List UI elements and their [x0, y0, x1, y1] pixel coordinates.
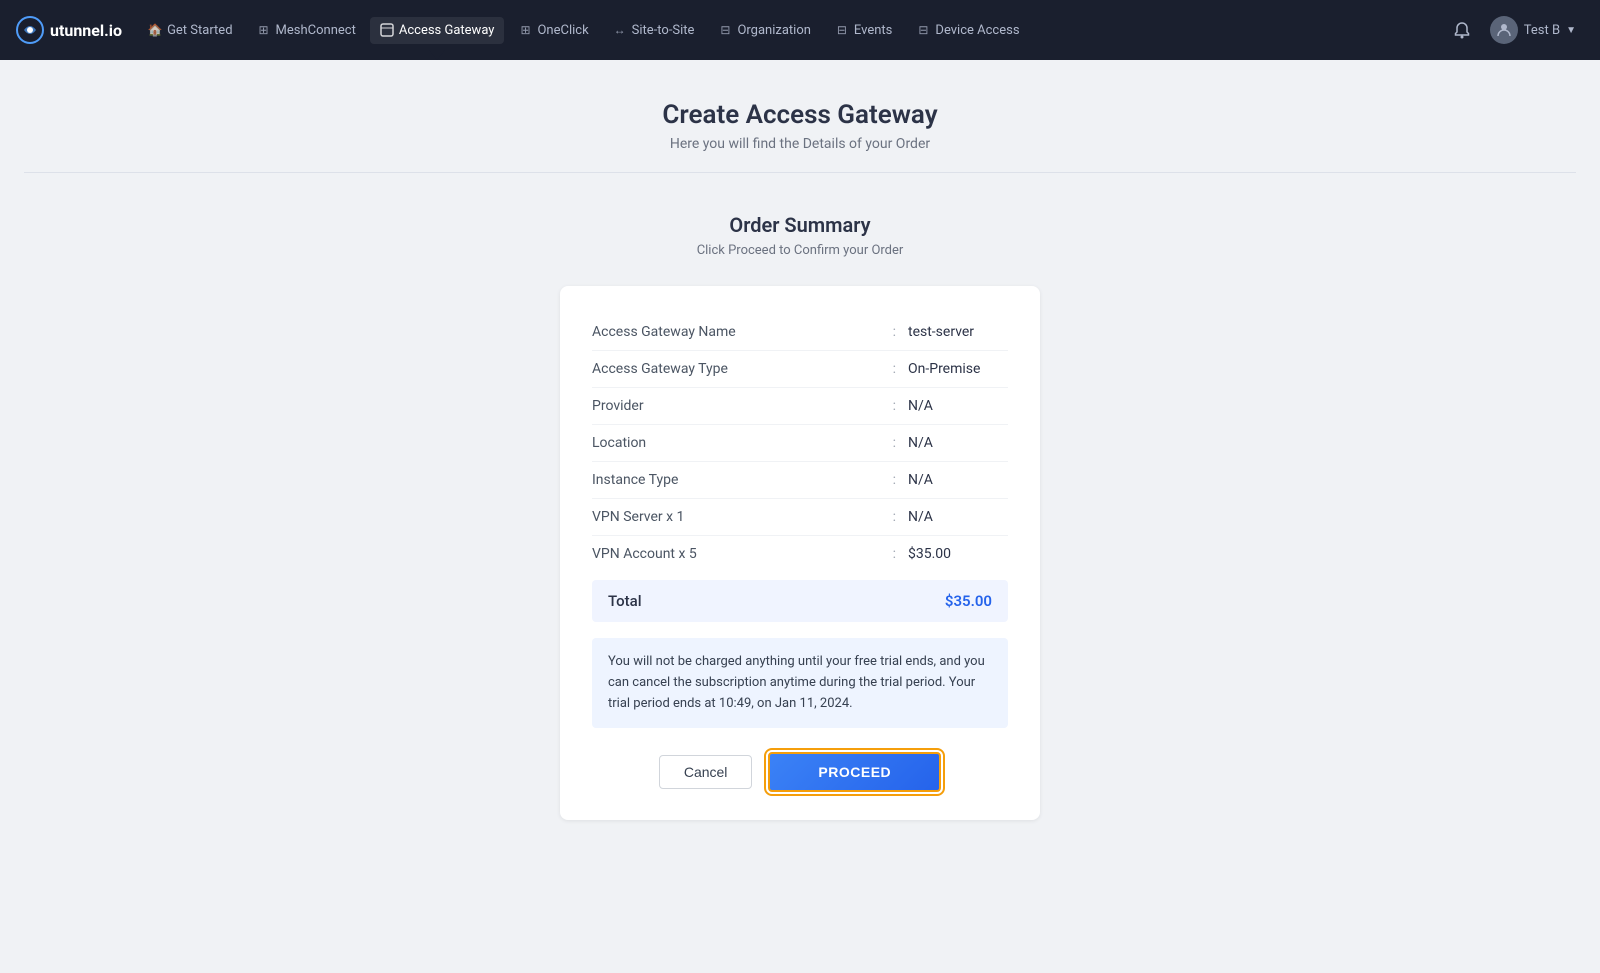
- page-title: Create Access Gateway: [24, 100, 1576, 130]
- order-row-label: VPN Account x 5: [592, 546, 881, 562]
- trial-notice: You will not be charged anything until y…: [592, 638, 1008, 728]
- nav-device-access-label: Device Access: [935, 23, 1019, 38]
- cancel-button[interactable]: Cancel: [659, 755, 753, 789]
- nav-organization[interactable]: ⊟ Organization: [708, 17, 820, 44]
- events-icon: ⊟: [835, 23, 849, 37]
- order-row: Location : N/A: [592, 425, 1008, 462]
- order-row-value: N/A: [908, 472, 1008, 488]
- page-header: Create Access Gateway Here you will find…: [24, 60, 1576, 173]
- order-row-colon: :: [881, 398, 908, 414]
- user-name: Test B: [1524, 23, 1560, 38]
- nav-access-gateway-label: Access Gateway: [399, 23, 495, 38]
- total-label: Total: [608, 592, 642, 610]
- nav-oneclick-label: OneClick: [537, 23, 588, 38]
- notification-bell[interactable]: [1446, 14, 1478, 46]
- order-rows: Access Gateway Name : test-server Access…: [592, 314, 1008, 572]
- device-icon: ⊟: [916, 23, 930, 37]
- order-row-colon: :: [881, 324, 908, 340]
- order-row: VPN Server x 1 : N/A: [592, 499, 1008, 536]
- site-icon: ↔: [613, 23, 627, 37]
- oneclick-icon: ⊞: [518, 23, 532, 37]
- mesh-icon: ⊞: [257, 23, 271, 37]
- order-row: Access Gateway Name : test-server: [592, 314, 1008, 351]
- order-row-label: Access Gateway Type: [592, 361, 881, 377]
- order-row-value: test-server: [908, 324, 1008, 340]
- user-menu[interactable]: Test B ▼: [1482, 12, 1584, 48]
- order-row-colon: :: [881, 361, 908, 377]
- nav-organization-label: Organization: [737, 23, 810, 38]
- order-title: Order Summary: [729, 213, 870, 237]
- action-buttons: Cancel PROCEED: [592, 752, 1008, 792]
- nav-events-label: Events: [854, 23, 892, 38]
- nav-device-access[interactable]: ⊟ Device Access: [906, 17, 1029, 44]
- nav-meshconnect[interactable]: ⊞ MeshConnect: [247, 17, 366, 44]
- logo[interactable]: utunnel.io: [16, 16, 122, 44]
- order-row-colon: :: [881, 472, 908, 488]
- order-row: Instance Type : N/A: [592, 462, 1008, 499]
- nav-oneclick[interactable]: ⊞ OneClick: [508, 17, 598, 44]
- gateway-icon: [380, 23, 394, 37]
- order-row-colon: :: [881, 509, 908, 525]
- org-icon: ⊟: [718, 23, 732, 37]
- nav-access-gateway[interactable]: Access Gateway: [370, 17, 505, 44]
- order-row-label: Instance Type: [592, 472, 881, 488]
- order-row-value: $35.00: [908, 546, 1008, 562]
- page-subtitle: Here you will find the Details of your O…: [24, 136, 1576, 152]
- order-row-label: VPN Server x 1: [592, 509, 881, 525]
- total-value: $35.00: [945, 592, 992, 610]
- order-row-value: N/A: [908, 398, 1008, 414]
- order-row-value: On-Premise: [908, 361, 1008, 377]
- nav-get-started[interactable]: 🏠 Get Started: [138, 17, 242, 44]
- order-row-label: Location: [592, 435, 881, 451]
- nav-site-to-site[interactable]: ↔ Site-to-Site: [603, 17, 705, 44]
- order-row-value: N/A: [908, 435, 1008, 451]
- order-row-label: Provider: [592, 398, 881, 414]
- order-section: Order Summary Click Proceed to Confirm y…: [24, 173, 1576, 860]
- nav-get-started-label: Get Started: [167, 23, 232, 38]
- proceed-button[interactable]: PROCEED: [768, 752, 941, 792]
- page-wrapper: Create Access Gateway Here you will find…: [0, 60, 1600, 860]
- nav-meshconnect-label: MeshConnect: [276, 23, 356, 38]
- order-card: Access Gateway Name : test-server Access…: [560, 286, 1040, 820]
- order-row: Provider : N/A: [592, 388, 1008, 425]
- nav-site-to-site-label: Site-to-Site: [632, 23, 695, 38]
- order-row: VPN Account x 5 : $35.00: [592, 536, 1008, 572]
- order-row: Access Gateway Type : On-Premise: [592, 351, 1008, 388]
- order-row-colon: :: [881, 546, 908, 562]
- logo-text: utunnel.io: [50, 21, 122, 40]
- dropdown-arrow-icon: ▼: [1566, 25, 1576, 36]
- order-row-value: N/A: [908, 509, 1008, 525]
- order-row-label: Access Gateway Name: [592, 324, 881, 340]
- navigation: utunnel.io 🏠 Get Started ⊞ MeshConnect A…: [0, 0, 1600, 60]
- home-icon: 🏠: [148, 23, 162, 37]
- order-total-row: Total $35.00: [592, 580, 1008, 622]
- order-row-colon: :: [881, 435, 908, 451]
- avatar: [1490, 16, 1518, 44]
- order-subtitle: Click Proceed to Confirm your Order: [697, 243, 904, 258]
- nav-events[interactable]: ⊟ Events: [825, 17, 902, 44]
